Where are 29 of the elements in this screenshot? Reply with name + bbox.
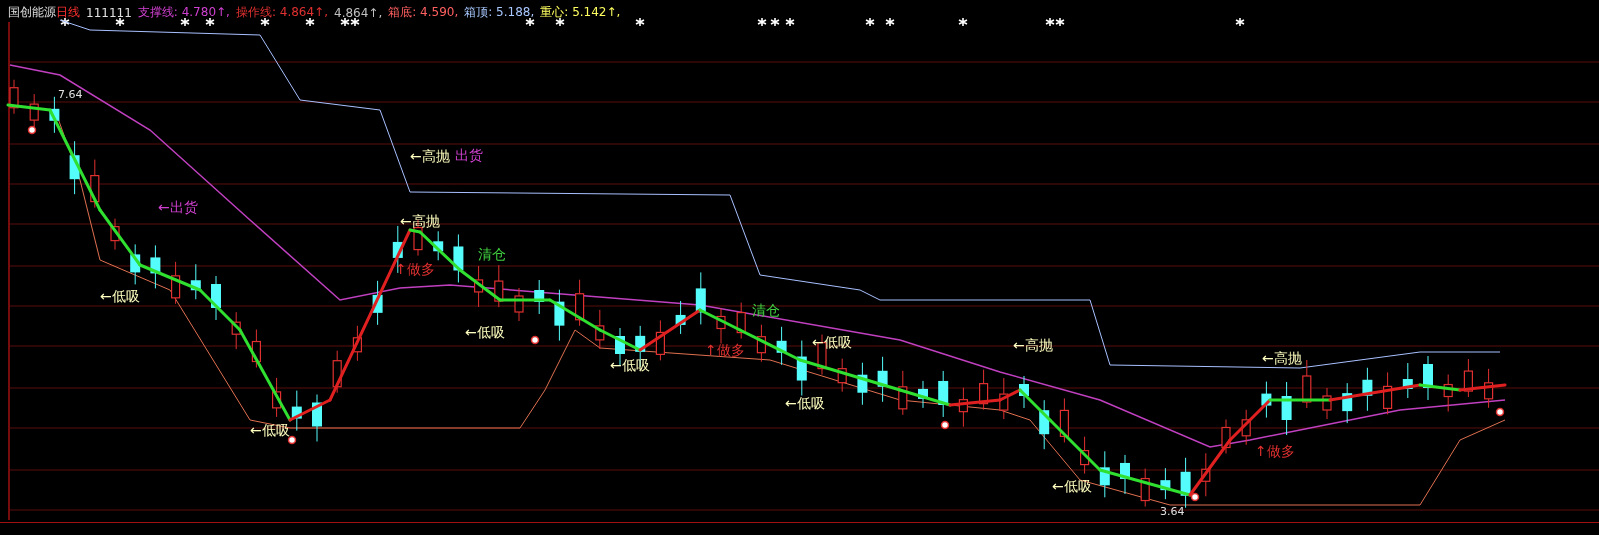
signal-label: ←低吸 [610,358,650,372]
indicator-value: 4.864↑, [334,5,383,20]
stock-code: 111111 [86,5,132,20]
period-label: 日线 [56,4,80,21]
signal-label: ←出货 [158,200,198,214]
signal-label: ←低吸 [812,335,852,349]
signal-label: ←高抛 [410,149,450,163]
signal-label: ↑做多 [705,343,745,357]
signal-label: ←低吸 [465,325,505,339]
signal-label: ←低吸 [785,396,825,410]
signal-label: ←低吸 [250,423,290,437]
signal-label: ←高抛 [1262,351,1302,365]
signal-label: ↑做多 [395,262,435,276]
signal-label: ←低吸 [100,289,140,303]
signal-label: 3.64 [1160,506,1185,517]
indicator-value: 操作线: 4.864↑, [235,4,328,21]
signal-label: 7.64 [58,89,83,100]
signal-label: 清仓 [478,247,506,261]
indicator-value: 重心: 5.142↑, [540,4,621,21]
indicator-value: 箱底: 4.590, [388,4,459,21]
signal-label: ←高抛 [1013,338,1053,352]
signal-label: 出货 [455,148,483,162]
signal-label: 清仓 [752,303,780,317]
signal-label: ↑做多 [1255,444,1295,458]
indicator-value: 支撑线: 4.780↑, [137,4,230,21]
indicator-value: 箱顶: 5.188, [464,4,535,21]
stock-name: 国创能源 [8,4,56,21]
signal-label: ←高抛 [400,214,440,228]
signal-label: ←低吸 [1052,479,1092,493]
